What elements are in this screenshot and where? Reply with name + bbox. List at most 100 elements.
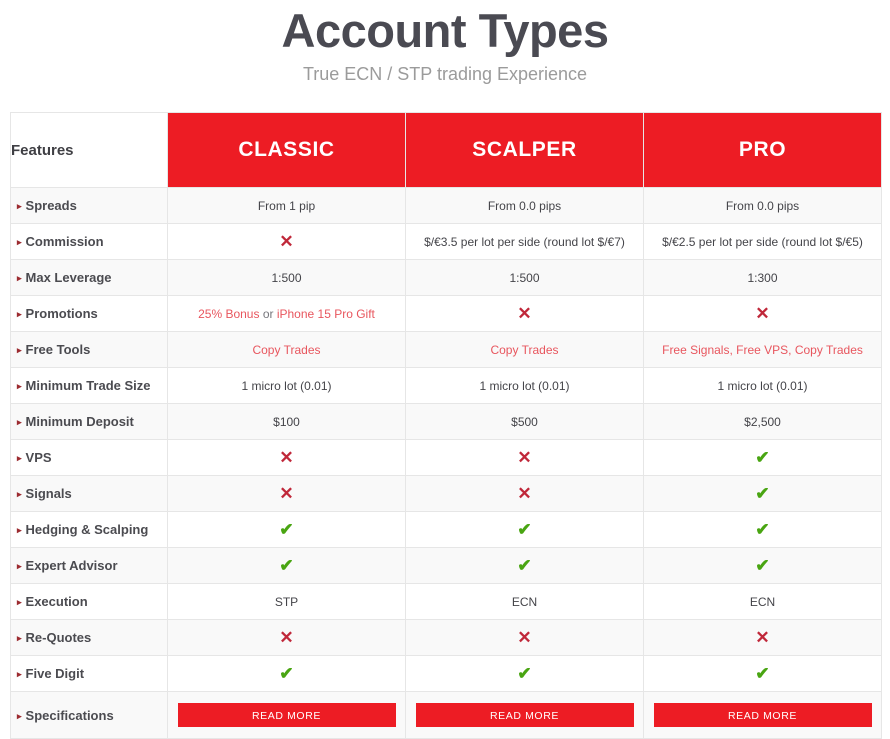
check-icon: ✔ (517, 664, 532, 683)
triangle-bullet-icon: ▸ (17, 201, 22, 211)
feature-label-re-quotes[interactable]: ▸ Re-Quotes (10, 619, 168, 656)
read-more-button-pro[interactable]: READ MORE (653, 703, 872, 727)
feature-label-expert-advisor[interactable]: ▸ Expert Advisor (10, 547, 168, 584)
cell-pro-hedging-scalping: ✔ (643, 511, 882, 548)
free-tools-link[interactable]: Copy Trades (490, 343, 558, 357)
account-comparison-table: Features CLASSIC SCALPER PRO ▸ Spreads Fro… (10, 112, 882, 739)
cell-scalper-spreads: From 0.0 pips (405, 187, 644, 224)
feature-label-five-digit[interactable]: ▸ Five Digit (10, 655, 168, 692)
cell-pro-commission: $/€2.5 per lot per side (round lot $/€5) (643, 223, 882, 260)
plan-header-scalper: SCALPER (405, 112, 644, 188)
check-icon: ✔ (755, 664, 770, 683)
cell-classic-re-quotes: ✕ (167, 619, 406, 656)
table-row: ▸ Signals ✕ ✕ ✔ (10, 475, 882, 512)
cell-pro-free-tools[interactable]: Free Signals, Free VPS, Copy Trades (643, 331, 882, 368)
triangle-bullet-icon: ▸ (17, 381, 22, 391)
feature-label-hedging-scalping[interactable]: ▸ Hedging & Scalping (10, 511, 168, 548)
cross-icon: ✕ (279, 628, 294, 647)
table-row: ▸ Spreads From 1 pip From 0.0 pips From 0.0 … (10, 187, 882, 224)
feature-label-text: Spreads (25, 198, 77, 213)
cell-classic-minimum-trade-size: 1 micro lot (0.01) (167, 367, 406, 404)
triangle-bullet-icon: ▸ (17, 525, 22, 535)
cross-icon: ✕ (517, 484, 532, 503)
check-icon: ✔ (279, 664, 294, 683)
cross-icon: ✕ (517, 448, 532, 467)
promo-separator: or (259, 306, 277, 321)
cell-scalper-minimum-deposit: $500 (405, 403, 644, 440)
table-body: ▸ Spreads From 1 pip From 0.0 pips From 0.0 … (10, 187, 882, 739)
cell-classic-promotions[interactable]: 25% Bonus or iPhone 15 Pro Gift (167, 295, 406, 332)
page-title: Account Types (281, 4, 609, 57)
cell-pro-spreads: From 0.0 pips (643, 187, 882, 224)
cell-scalper-commission: $/€3.5 per lot per side (round lot $/€7) (405, 223, 644, 260)
cell-scalper-specifications[interactable]: READ MORE (405, 691, 644, 739)
cell-scalper-five-digit: ✔ (405, 655, 644, 692)
feature-label-commission[interactable]: ▸ Commission (10, 223, 168, 260)
cell-text: 1:500 (509, 270, 540, 285)
cell-text: $/€3.5 per lot per side (round lot $/€7) (424, 234, 625, 249)
feature-label-signals[interactable]: ▸ Signals (10, 475, 168, 512)
feature-label-minimum-trade-size[interactable]: ▸ Minimum Trade Size (10, 367, 168, 404)
check-icon: ✔ (517, 556, 532, 575)
triangle-bullet-icon: ▸ (17, 309, 22, 319)
feature-label-minimum-deposit[interactable]: ▸ Minimum Deposit (10, 403, 168, 440)
cell-classic-max-leverage: 1:500 (167, 259, 406, 296)
feature-label-text: Minimum Trade Size (25, 378, 151, 393)
triangle-bullet-icon: ▸ (17, 489, 22, 499)
cell-pro-vps: ✔ (643, 439, 882, 476)
promo-bonus-link[interactable]: 25% Bonus (198, 307, 259, 321)
feature-label-text: Execution (25, 594, 88, 609)
triangle-bullet-icon: ▸ (17, 417, 22, 427)
feature-label-text: Specifications (25, 707, 114, 723)
table-row: ▸ Promotions 25% Bonus or iPhone 15 Pro Gi… (10, 295, 882, 332)
cell-scalper-vps: ✕ (405, 439, 644, 476)
feature-label-max-leverage[interactable]: ▸ Max Leverage (10, 259, 168, 296)
triangle-bullet-icon: ▸ (17, 453, 22, 463)
feature-label-text: Hedging & Scalping (25, 522, 149, 537)
triangle-bullet-icon: ▸ (17, 669, 22, 679)
table-row: ▸ Specifications READ MORE READ MORE READ MO… (10, 691, 882, 739)
feature-label-vps[interactable]: ▸ VPS (10, 439, 168, 476)
cross-icon: ✕ (755, 628, 770, 647)
cell-text: 1 micro lot (0.01) (717, 378, 808, 393)
check-icon: ✔ (279, 520, 294, 539)
feature-label-specifications[interactable]: ▸ Specifications (10, 691, 168, 739)
check-icon: ✔ (755, 556, 770, 575)
cell-text: $/€2.5 per lot per side (round lot $/€5) (662, 234, 863, 249)
table-row: ▸ Re-Quotes ✕ ✕ ✕ (10, 619, 882, 656)
cell-pro-specifications[interactable]: READ MORE (643, 691, 882, 739)
cell-text: STP (274, 594, 299, 609)
table-row: ▸ Expert Advisor ✔ ✔ ✔ (10, 547, 882, 584)
promo-gift-link[interactable]: iPhone 15 Pro Gift (277, 307, 375, 321)
cell-text: ECN (511, 594, 538, 609)
feature-label-spreads[interactable]: ▸ Spreads (10, 187, 168, 224)
feature-label-text: Signals (25, 486, 72, 501)
read-more-button-scalper[interactable]: READ MORE (415, 703, 634, 727)
cell-pro-execution: ECN (643, 583, 882, 620)
triangle-bullet-icon: ▸ (17, 237, 22, 247)
table-row: ▸ Execution STP ECN ECN (10, 583, 882, 620)
cell-scalper-re-quotes: ✕ (405, 619, 644, 656)
read-more-button-classic[interactable]: READ MORE (177, 703, 396, 727)
free-tools-link[interactable]: Free Signals, Free VPS, Copy Trades (662, 343, 863, 357)
table-row: ▸ VPS ✕ ✕ ✔ (10, 439, 882, 476)
triangle-bullet-icon: ▸ (17, 597, 22, 607)
feature-label-promotions[interactable]: ▸ Promotions (10, 295, 168, 332)
cell-text: $100 (273, 414, 300, 429)
cell-scalper-free-tools[interactable]: Copy Trades (405, 331, 644, 368)
cell-classic-specifications[interactable]: READ MORE (167, 691, 406, 739)
check-icon: ✔ (279, 556, 294, 575)
table-header-row: Features CLASSIC SCALPER PRO (10, 112, 882, 188)
check-icon: ✔ (755, 484, 770, 503)
cell-pro-minimum-trade-size: 1 micro lot (0.01) (643, 367, 882, 404)
check-icon: ✔ (517, 520, 532, 539)
free-tools-link[interactable]: Copy Trades (252, 343, 320, 357)
feature-label-free-tools[interactable]: ▸ Free Tools (10, 331, 168, 368)
cell-scalper-hedging-scalping: ✔ (405, 511, 644, 548)
feature-label-text: Five Digit (25, 666, 85, 681)
cell-scalper-expert-advisor: ✔ (405, 547, 644, 584)
table-row: ▸ Minimum Trade Size 1 micro lot (0.01) 1 m… (10, 367, 882, 404)
cell-classic-free-tools[interactable]: Copy Trades (167, 331, 406, 368)
cell-text: 1 micro lot (0.01) (479, 378, 570, 393)
feature-label-execution[interactable]: ▸ Execution (10, 583, 168, 620)
